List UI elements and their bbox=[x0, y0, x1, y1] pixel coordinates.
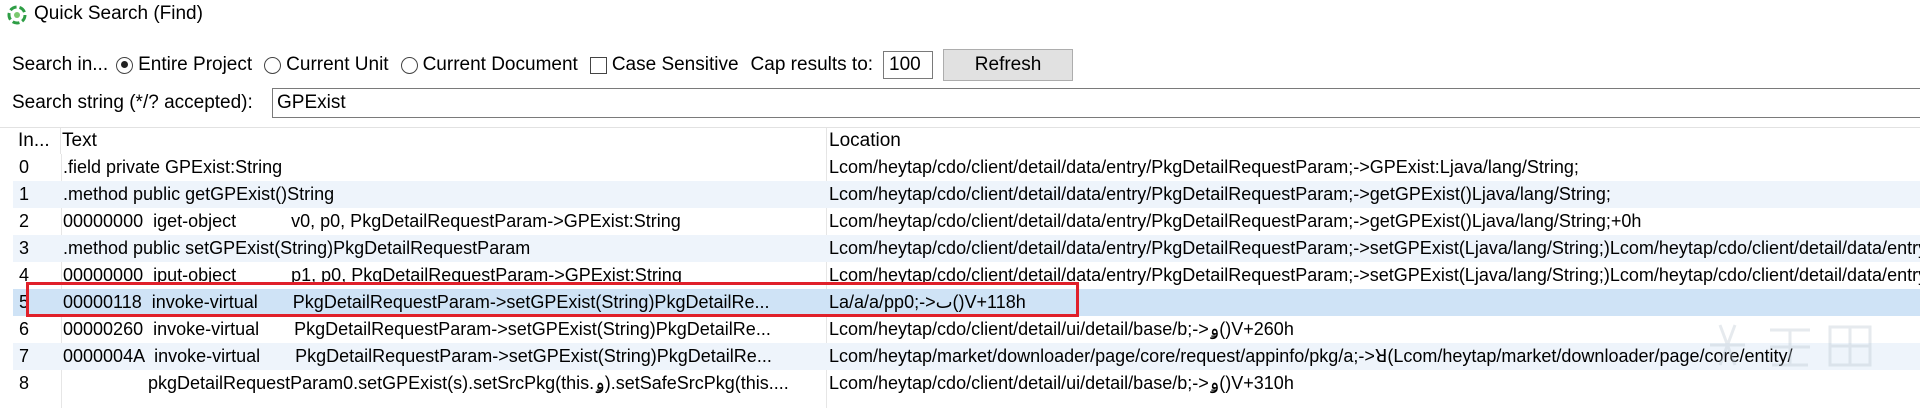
window-title: Quick Search (Find) bbox=[34, 3, 203, 24]
table-row[interactable]: 8 pkgDetailRequestParam0.setGPExist(s).s… bbox=[13, 370, 1920, 397]
row-text: .method public setGPExist(String)PkgDeta… bbox=[63, 238, 531, 258]
table-row[interactable]: 6 00000260 invoke-virtual PkgDetailReque… bbox=[13, 316, 1920, 343]
row-index: 2 bbox=[19, 211, 30, 231]
row-text: pkgDetailRequestParam0.setGPExist(s).set… bbox=[63, 373, 789, 393]
case-sensitive-checkbox[interactable]: Case Sensitive bbox=[589, 54, 739, 76]
search-in-label: Search in... bbox=[12, 54, 109, 75]
radio-current-document[interactable]: Current Document bbox=[400, 54, 578, 76]
row-index: 6 bbox=[19, 319, 30, 339]
radio-selected-icon bbox=[116, 56, 134, 74]
row-location: Lcom/heytap/cdo/client/detail/data/entry… bbox=[829, 157, 1579, 177]
radio-entire-project[interactable]: Entire Project bbox=[116, 54, 252, 76]
search-options-bar: Search in... Entire Project Current Unit… bbox=[12, 49, 1074, 81]
table-row[interactable]: 2 00000000 iget-object v0, p0, PkgDetail… bbox=[13, 208, 1920, 235]
column-header-index[interactable]: In... bbox=[18, 128, 61, 154]
column-header-text[interactable]: Text bbox=[62, 128, 827, 154]
radio-unselected-icon bbox=[264, 56, 282, 74]
red-highlight-annotation bbox=[26, 282, 1079, 317]
row-text: .field private GPExist:String bbox=[63, 157, 283, 177]
radio-current-document-label: Current Document bbox=[422, 54, 578, 75]
row-index: 1 bbox=[19, 184, 30, 204]
results-table: In... Text Location 0 .field private GPE… bbox=[13, 128, 1920, 408]
search-string-label: Search string (*/? accepted): bbox=[12, 92, 253, 113]
row-index: 0 bbox=[19, 157, 30, 177]
cap-results-label: Cap results to: bbox=[750, 54, 874, 75]
search-string-row: Search string (*/? accepted): bbox=[12, 89, 253, 117]
refresh-button[interactable]: Refresh bbox=[943, 49, 1074, 81]
table-header: In... Text Location bbox=[13, 128, 1920, 154]
radio-entire-project-label: Entire Project bbox=[138, 54, 253, 75]
case-sensitive-label: Case Sensitive bbox=[611, 54, 739, 75]
row-index: 7 bbox=[19, 346, 30, 366]
cap-results-input[interactable] bbox=[883, 51, 934, 79]
table-row[interactable]: 0 .field private GPExist:String Lcom/hey… bbox=[13, 154, 1920, 181]
table-row[interactable]: 3 .method public setGPExist(String)PkgDe… bbox=[13, 235, 1920, 262]
watermark-logo-icon bbox=[1710, 324, 1872, 367]
row-location: Lcom/heytap/cdo/client/detail/data/entry… bbox=[829, 184, 1611, 204]
column-header-location[interactable]: Location bbox=[829, 128, 1920, 154]
app-logo-icon bbox=[7, 5, 27, 25]
row-location: Lcom/heytap/cdo/client/detail/data/entry… bbox=[829, 211, 1642, 231]
row-location: Lcom/heytap/cdo/client/detail/data/entry… bbox=[829, 238, 1920, 258]
search-input[interactable] bbox=[272, 88, 1920, 118]
row-index: 3 bbox=[19, 238, 30, 258]
row-index: 8 bbox=[19, 373, 30, 393]
row-text: .method public getGPExist()String bbox=[63, 184, 335, 204]
title-bar: Quick Search (Find) bbox=[0, 0, 1920, 28]
table-row[interactable]: 1 .method public getGPExist()String Lcom… bbox=[13, 181, 1920, 208]
radio-current-unit-label: Current Unit bbox=[286, 54, 389, 75]
radio-unselected-icon bbox=[400, 56, 418, 74]
row-text: 0000004A invoke-virtual PkgDetailRequest… bbox=[63, 346, 772, 366]
table-row[interactable]: 7 0000004A invoke-virtual PkgDetailReque… bbox=[13, 343, 1920, 370]
row-text: 00000260 invoke-virtual PkgDetailRequest… bbox=[63, 319, 771, 339]
radio-current-unit[interactable]: Current Unit bbox=[264, 54, 389, 76]
checkbox-unchecked-icon bbox=[589, 56, 607, 74]
row-text: 00000000 iget-object v0, p0, PkgDetailRe… bbox=[63, 211, 681, 231]
